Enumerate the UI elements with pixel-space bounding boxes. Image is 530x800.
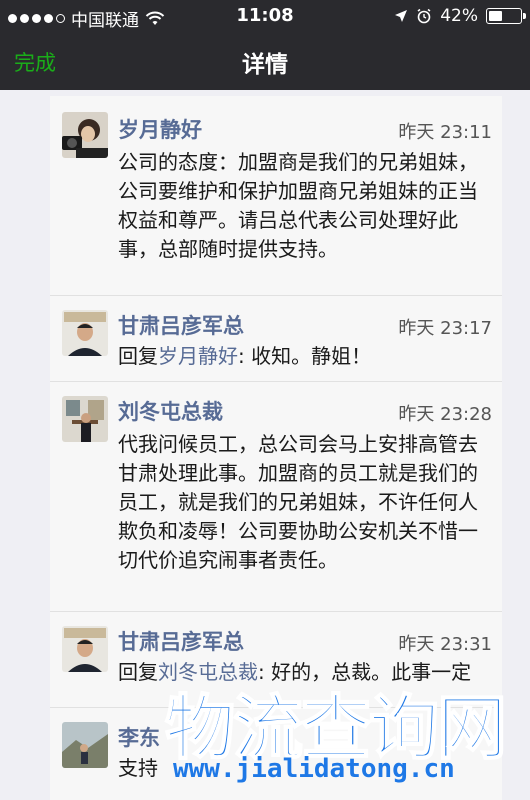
comment-text: 代我问候员工，总公司会马上安排高管去甘肃处理此事。加盟商的员工就是我们的员工，就… xyxy=(118,432,478,572)
avatar[interactable] xyxy=(62,626,108,672)
comment-text: 公司的态度：加盟商是我们的兄弟姐妹，公司要维护和保护加盟商兄弟姐妹的正当权益和尊… xyxy=(118,150,478,261)
watermark-url: www.jialidatong.cn xyxy=(173,754,455,784)
battery-icon xyxy=(486,8,526,24)
comment-item: 甘肃吕彦军总 昨天 23:17 回复岁月静好: 收知。静姐！ xyxy=(50,296,502,382)
commenter-name[interactable]: 甘肃吕彦军总 xyxy=(118,310,244,340)
nav-bar: 完成 详情 xyxy=(0,32,530,90)
comment-item: 岁月静好 昨天 23:11 公司的态度：加盟商是我们的兄弟姐妹，公司要维护和保护… xyxy=(50,96,502,296)
comment-time: 昨天 23:11 xyxy=(398,122,492,143)
comment-time: 昨天 23:31 xyxy=(398,634,492,655)
reply-mention[interactable]: 岁月静好 xyxy=(158,344,238,368)
location-icon xyxy=(395,10,408,22)
battery-level xyxy=(489,11,502,21)
watermark: 物流查询网 www.jialidatong.cn xyxy=(164,680,530,800)
comment-text: 回复岁月静好: 收知。静姐！ xyxy=(118,342,490,371)
commenter-name[interactable]: 岁月静好 xyxy=(118,114,202,144)
commenter-name[interactable]: 甘肃吕彦军总 xyxy=(118,626,244,656)
comment-item: 刘冬屯总裁 昨天 23:28 代我问候员工，总公司会马上安排高管去甘肃处理此事。… xyxy=(50,382,502,612)
avatar[interactable] xyxy=(62,722,108,768)
comment-time: 昨天 23:28 xyxy=(398,404,492,425)
status-bar: 中国联通 11:08 42% xyxy=(0,0,530,32)
page-title: 详情 xyxy=(242,52,288,78)
avatar[interactable] xyxy=(62,310,108,356)
commenter-name[interactable]: 李东 xyxy=(118,722,160,752)
reply-body: : 收知。静姐！ xyxy=(238,344,372,368)
commenter-name[interactable]: 刘冬屯总裁 xyxy=(118,396,223,426)
reply-prefix: 回复 xyxy=(118,660,158,684)
alarm-icon xyxy=(417,8,431,24)
avatar[interactable] xyxy=(62,396,108,442)
status-right: 42% xyxy=(394,6,526,26)
reply-prefix: 回复 xyxy=(118,344,158,368)
comment-time: 昨天 23:17 xyxy=(398,318,492,339)
battery-percent: 42% xyxy=(440,6,478,26)
avatar[interactable] xyxy=(62,112,108,158)
